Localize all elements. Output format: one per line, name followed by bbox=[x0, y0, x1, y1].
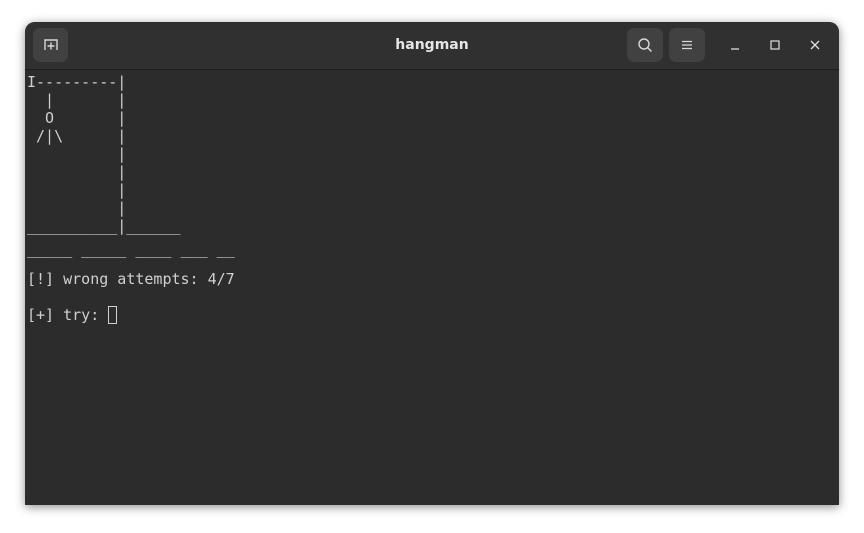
menu-button[interactable] bbox=[669, 28, 705, 62]
header-bar: hangman bbox=[25, 22, 839, 70]
terminal-area[interactable]: I---------| | | O | /|\ | | | | | ______… bbox=[25, 70, 839, 505]
new-tab-button[interactable] bbox=[33, 28, 68, 62]
wrong-attempts-status: [!] wrong attempts: 4/7 bbox=[27, 270, 235, 288]
minimize-icon bbox=[731, 48, 739, 50]
text-cursor[interactable] bbox=[108, 306, 118, 324]
maximize-icon bbox=[770, 40, 780, 50]
word-blanks: _____ _____ ____ ___ __ bbox=[27, 240, 235, 258]
try-prompt-line: [+] try: bbox=[27, 306, 118, 324]
terminal-window: hangman I---------| | | O | /|\ | | | | … bbox=[25, 22, 839, 505]
try-prompt-label: [+] try: bbox=[27, 306, 100, 324]
window-title: hangman bbox=[395, 37, 469, 53]
hamburger-menu-icon bbox=[682, 40, 692, 50]
search-icon bbox=[638, 38, 653, 53]
close-button[interactable] bbox=[803, 33, 827, 57]
search-button[interactable] bbox=[627, 28, 663, 62]
hangman-gallows: I---------| | | O | /|\ | | | | | ______… bbox=[27, 73, 181, 235]
new-tab-icon bbox=[43, 39, 58, 50]
minimize-button[interactable] bbox=[723, 33, 747, 57]
close-icon bbox=[810, 40, 820, 50]
maximize-button[interactable] bbox=[763, 33, 787, 57]
